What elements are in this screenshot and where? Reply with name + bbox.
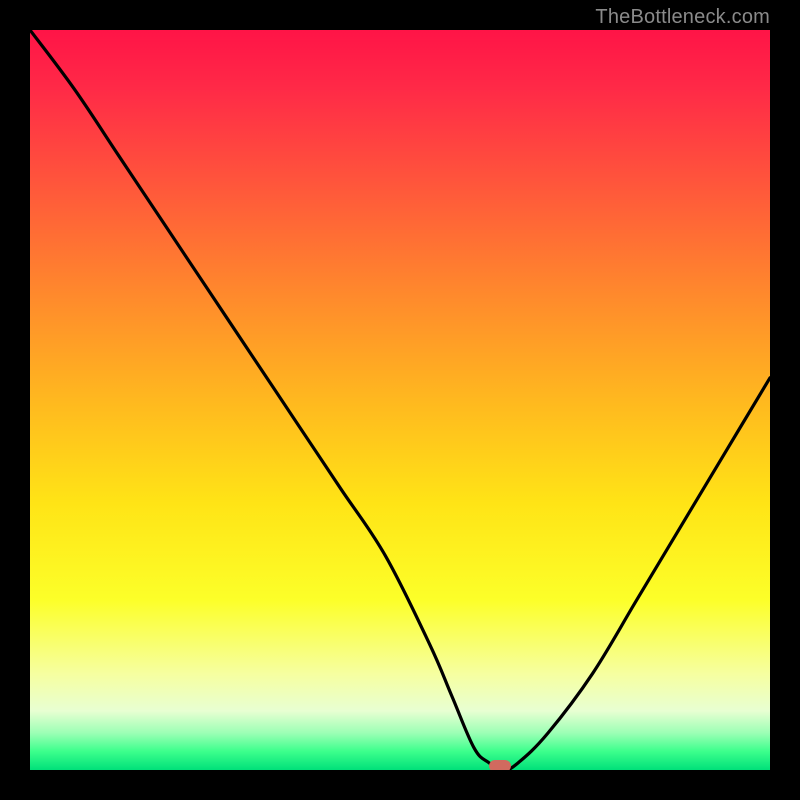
chart-plot-area — [30, 30, 770, 770]
bottleneck-curve-path — [30, 30, 770, 770]
watermark-text: TheBottleneck.com — [595, 6, 770, 29]
chart-curve-svg — [30, 30, 770, 770]
chart-minimum-marker — [489, 760, 511, 770]
